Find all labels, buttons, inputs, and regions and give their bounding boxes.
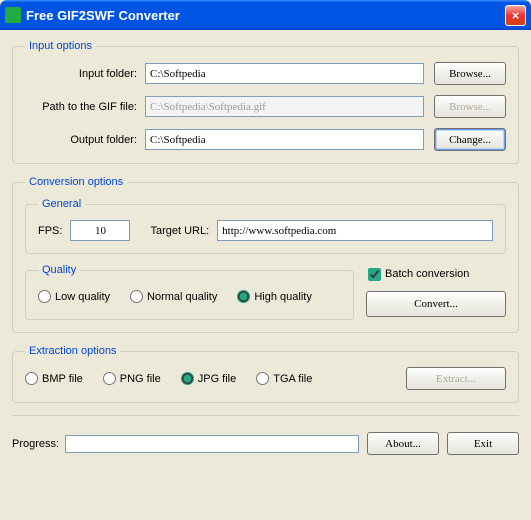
conversion-options-legend: Conversion options bbox=[25, 176, 127, 188]
tga-radio[interactable]: TGA file bbox=[256, 372, 312, 385]
target-url-field[interactable] bbox=[217, 220, 493, 241]
gif-path-label: Path to the GIF file: bbox=[25, 101, 145, 113]
progress-label: Progress: bbox=[12, 438, 59, 450]
target-url-label: Target URL: bbox=[150, 225, 217, 237]
input-options-legend: Input options bbox=[25, 40, 96, 52]
browse-input-button[interactable]: Browse... bbox=[434, 62, 506, 85]
bmp-label: BMP file bbox=[42, 373, 83, 385]
separator bbox=[12, 415, 519, 416]
batch-conversion-checkbox[interactable]: Batch conversion bbox=[368, 268, 506, 281]
png-radio[interactable]: PNG file bbox=[103, 372, 161, 385]
fps-label: FPS: bbox=[38, 225, 70, 237]
convert-button[interactable]: Convert... bbox=[366, 291, 506, 317]
quality-high-radio[interactable]: High quality bbox=[237, 290, 311, 303]
about-button[interactable]: About... bbox=[367, 432, 439, 455]
window-title: Free GIF2SWF Converter bbox=[26, 8, 505, 23]
extraction-options-group: Extraction options BMP file PNG file JPG… bbox=[12, 345, 519, 403]
fps-field[interactable] bbox=[70, 220, 130, 241]
extract-button: Extract... bbox=[406, 367, 506, 390]
batch-conversion-label: Batch conversion bbox=[385, 268, 469, 280]
close-button[interactable]: × bbox=[505, 5, 526, 26]
progress-bar bbox=[65, 435, 359, 453]
jpg-radio[interactable]: JPG file bbox=[181, 372, 237, 385]
general-legend: General bbox=[38, 198, 85, 210]
tga-label: TGA file bbox=[273, 373, 312, 385]
change-output-button[interactable]: Change... bbox=[434, 128, 506, 151]
browse-gif-button: Browse... bbox=[434, 95, 506, 118]
quality-normal-radio[interactable]: Normal quality bbox=[130, 290, 217, 303]
png-label: PNG file bbox=[120, 373, 161, 385]
extraction-options-legend: Extraction options bbox=[25, 345, 120, 357]
output-folder-label: Output folder: bbox=[25, 134, 145, 146]
quality-normal-label: Normal quality bbox=[147, 291, 217, 303]
quality-low-radio[interactable]: Low quality bbox=[38, 290, 110, 303]
quality-high-label: High quality bbox=[254, 291, 311, 303]
titlebar: Free GIF2SWF Converter × bbox=[0, 0, 531, 30]
input-folder-label: Input folder: bbox=[25, 68, 145, 80]
quality-legend: Quality bbox=[38, 264, 80, 276]
jpg-label: JPG file bbox=[198, 373, 237, 385]
gif-path-field bbox=[145, 96, 424, 117]
app-icon bbox=[5, 7, 21, 23]
conversion-options-group: Conversion options General FPS: Target U… bbox=[12, 176, 519, 333]
general-group: General FPS: Target URL: bbox=[25, 198, 506, 254]
exit-button[interactable]: Exit bbox=[447, 432, 519, 455]
quality-group: Quality Low quality Normal quality High … bbox=[25, 264, 354, 320]
quality-low-label: Low quality bbox=[55, 291, 110, 303]
bmp-radio[interactable]: BMP file bbox=[25, 372, 83, 385]
output-folder-field[interactable] bbox=[145, 129, 424, 150]
input-folder-field[interactable] bbox=[145, 63, 424, 84]
input-options-group: Input options Input folder: Browse... Pa… bbox=[12, 40, 519, 164]
